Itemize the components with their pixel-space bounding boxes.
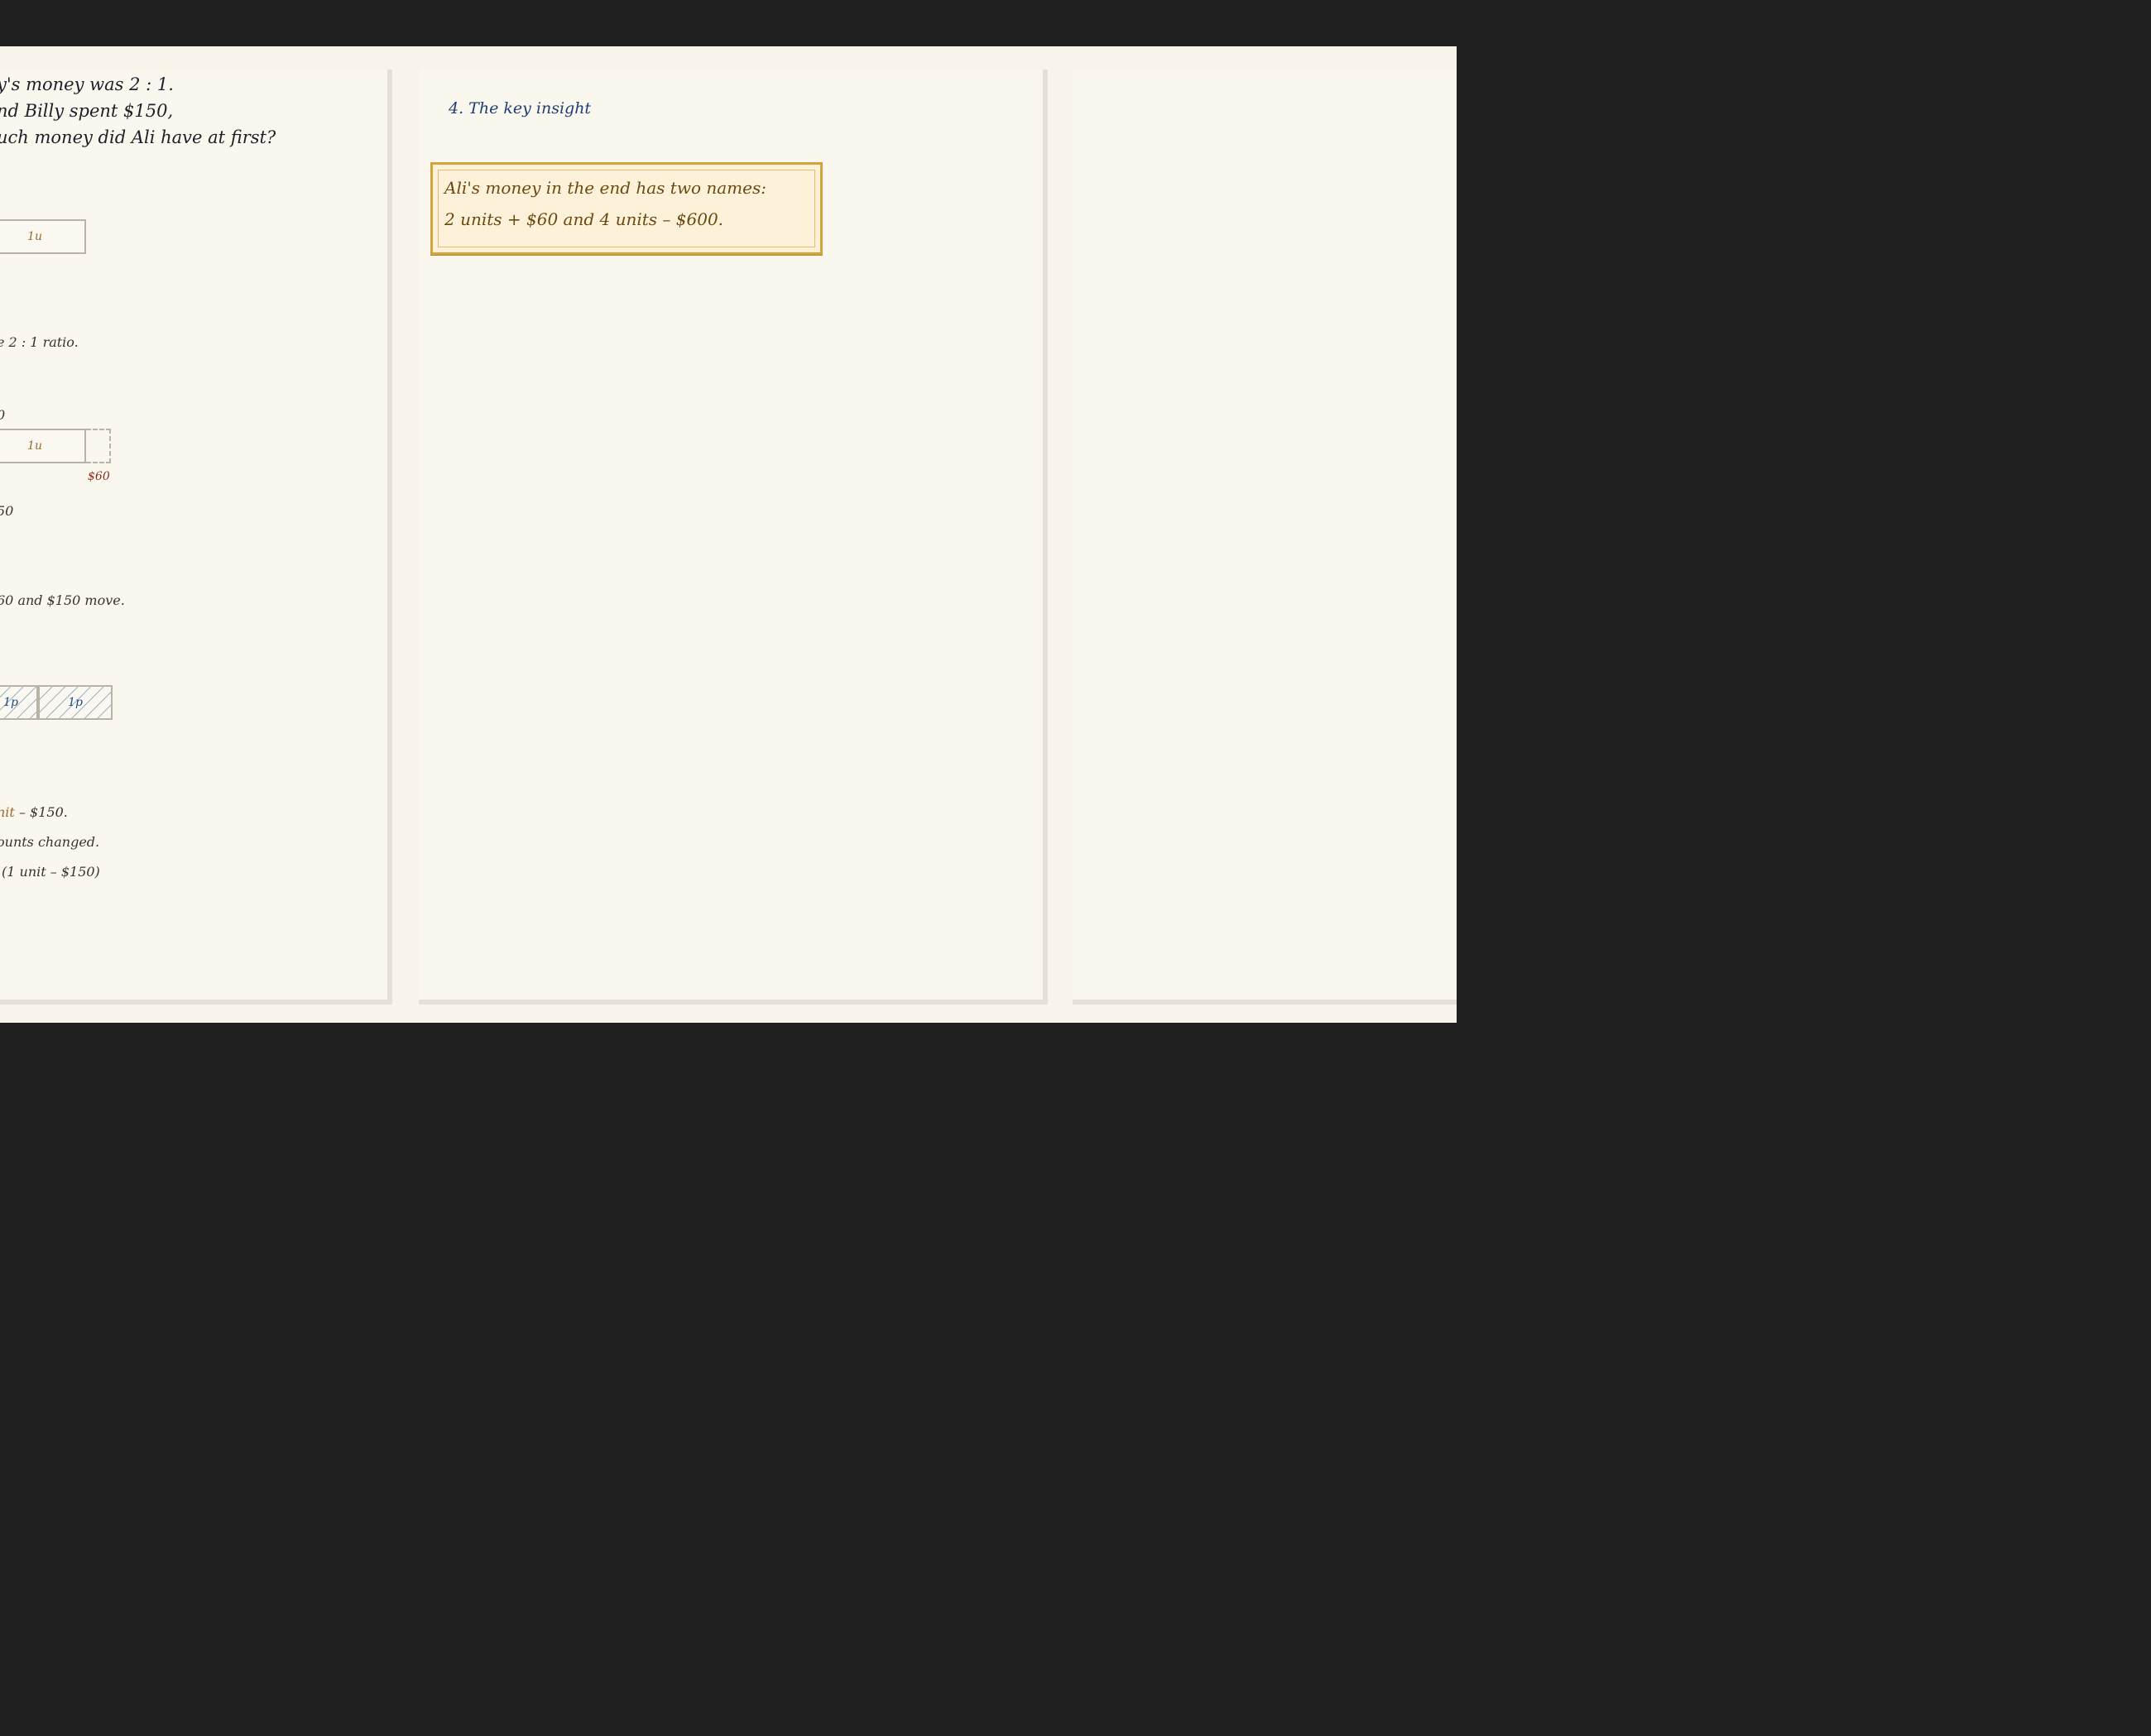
worksheet-panel-middle: 4. The key insight Ali's money in the en…: [419, 70, 1048, 1005]
unit-line-suffix: – $150.: [14, 804, 68, 820]
unit-bar-1: 1u: [0, 219, 86, 254]
section-title: 4. The key insight: [449, 99, 592, 117]
amount-60-label: $60: [88, 470, 110, 483]
unit-bar-1-label: 1u: [27, 230, 42, 243]
unit-line-prefix: nit: [0, 804, 15, 820]
unit-bar-2-label: 1u: [27, 439, 42, 453]
problem-line-3: uch money did Ali have at first?: [0, 127, 276, 147]
part-bar-b-label: 1p: [68, 696, 83, 709]
problem-line-1: y's money was 2 : 1.: [0, 74, 174, 94]
insight-line-2: 2 units + $60 and 4 units – $600.: [444, 209, 724, 229]
ratio-note: e 2 : 1 ratio.: [0, 334, 79, 350]
worksheet-panel-right: [1073, 70, 1457, 1005]
part-bar-a: 1p: [0, 685, 38, 720]
unit-line: nit – $150.: [0, 804, 68, 820]
move-note: 60 and $150 move.: [0, 592, 125, 608]
notebook-canvas[interactable]: y's money was 2 : 1. nd Billy spent $150…: [0, 46, 1457, 1023]
formula-line: (1 unit – $150): [2, 864, 100, 880]
partial-text-50: 50: [0, 503, 14, 519]
key-insight-box: Ali's money in the end has two names: 2 …: [430, 162, 823, 255]
extra-60-segment: [86, 429, 111, 463]
unit-bar-2: 1u: [0, 429, 86, 463]
partial-text-0: 0: [0, 407, 5, 423]
part-bar-b: 1p: [38, 685, 113, 720]
part-bar-a-label: 1p: [3, 696, 18, 709]
insight-line-1: Ali's money in the end has two names:: [444, 178, 766, 198]
changed-line: ounts changed.: [0, 834, 100, 850]
problem-line-2: nd Billy spent $150,: [0, 101, 174, 121]
worksheet-panel-left: y's money was 2 : 1. nd Billy spent $150…: [0, 70, 392, 1005]
